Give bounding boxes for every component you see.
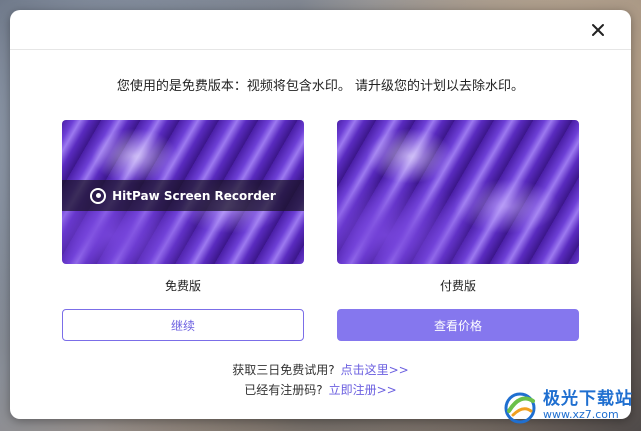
brand-url: www.xz7.com (543, 408, 619, 422)
watermark-notice: 您使用的是免费版本：视频将包含水印。 请升级您的计划以去除水印。 (116, 79, 525, 94)
trial-prompt: 获取三日免费试用? (232, 363, 335, 377)
free-plan-label: 免费版 (164, 279, 201, 293)
aurora-logo-icon (504, 392, 536, 424)
view-pricing-button[interactable]: 查看价格 (337, 309, 579, 341)
watermark-band: HitPaw Screen Recorder (62, 180, 304, 211)
close-icon (592, 24, 604, 36)
hitpaw-logo-icon (90, 187, 107, 204)
trial-link[interactable]: 点击这里>> (341, 363, 409, 377)
continue-button[interactable]: 继续 (62, 309, 304, 341)
trial-row: 获取三日免费试用? 点击这里>> (10, 360, 631, 380)
upgrade-dialog: 您使用的是免费版本：视频将包含水印。 请升级您的计划以去除水印。 HitPaw … (10, 10, 631, 419)
watermark-text: HitPaw Screen Recorder (112, 188, 276, 203)
close-button[interactable] (587, 19, 609, 41)
paid-plan-label: 付费版 (439, 279, 476, 293)
dialog-header (10, 10, 631, 50)
paid-plan-card: 付费版 查看价格 (337, 120, 579, 341)
register-link[interactable]: 立即注册>> (329, 383, 397, 397)
paid-preview-image (337, 120, 579, 264)
brand-name: 极光下载站 (543, 389, 633, 410)
site-watermark: 极光下载站 www.xz7.com (501, 387, 633, 425)
free-preview-image: HitPaw Screen Recorder (62, 120, 304, 264)
free-plan-card: HitPaw Screen Recorder 免费版 继续 (62, 120, 304, 341)
register-prompt: 已经有注册码? (244, 383, 323, 397)
